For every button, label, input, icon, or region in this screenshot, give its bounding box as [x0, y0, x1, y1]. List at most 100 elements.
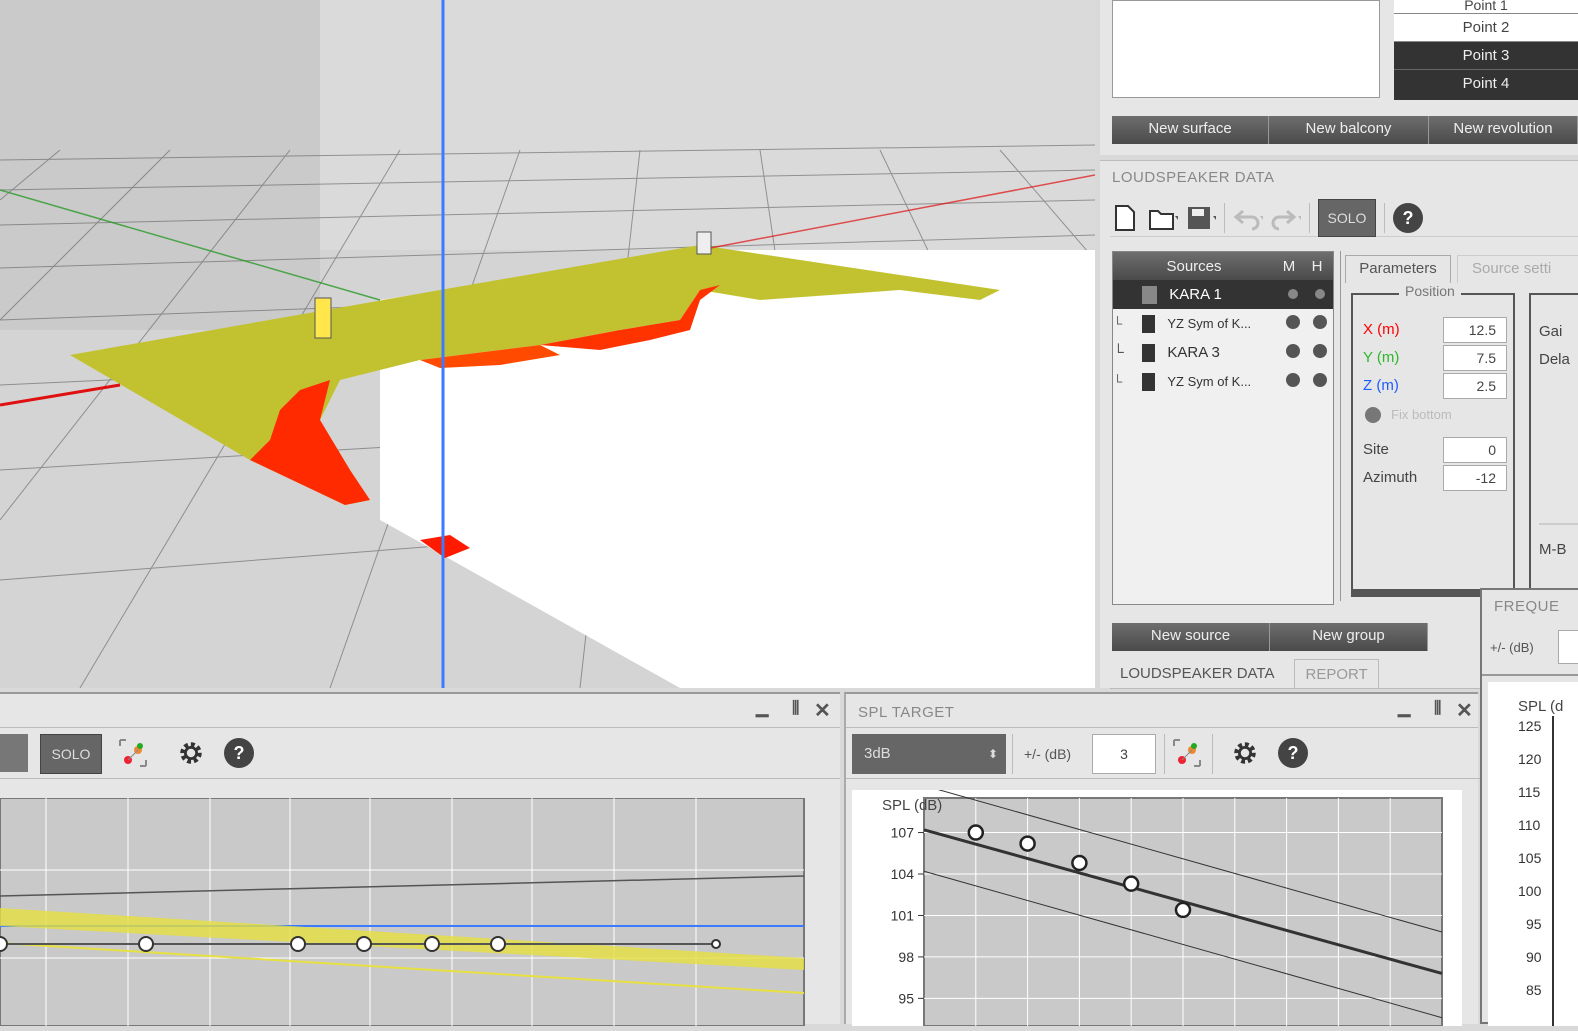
minimize-icon[interactable]: ▁ — [1398, 698, 1410, 718]
loudspeaker-kara-3 — [696, 231, 712, 255]
target-point — [1019, 835, 1036, 852]
minimize-icon[interactable]: ▁ — [756, 698, 768, 718]
mute-column-label: M — [1282, 257, 1296, 275]
position-group-label: Position — [1399, 283, 1461, 299]
pin-icon[interactable]: ⫼ — [792, 700, 799, 718]
source-row[interactable]: └ YZ Sym of K... — [1113, 309, 1333, 338]
point-item[interactable]: Point 1 — [1394, 0, 1578, 14]
tick-label: 120 — [1518, 751, 1542, 767]
close-icon[interactable]: ✕ — [814, 698, 831, 723]
new-group-button[interactable]: New group — [1270, 623, 1428, 651]
new-document-icon[interactable] — [1110, 203, 1140, 233]
loudspeaker-icon — [1141, 285, 1158, 304]
surface-preview — [1112, 0, 1380, 98]
tab-source-settings[interactable]: Source setti — [1457, 255, 1578, 283]
y-tick-label: 107 — [891, 825, 915, 841]
mute-toggle[interactable] — [1285, 315, 1300, 329]
hide-toggle[interactable] — [1312, 373, 1327, 387]
y-tick-label: 95 — [898, 990, 914, 1006]
pin-icon[interactable]: ⫼ — [1434, 700, 1441, 718]
parameters-panel: Parameters Source setti Position X (m) 1… — [1340, 251, 1578, 601]
tab-loudspeaker-data[interactable]: LOUDSPEAKER DATA — [1110, 659, 1284, 688]
hide-column-label: H — [1311, 257, 1323, 275]
tick-label: 95 — [1526, 916, 1542, 932]
save-icon[interactable] — [1186, 203, 1216, 233]
mute-toggle[interactable] — [1285, 373, 1300, 387]
y-axis-label: SPL (d — [1518, 698, 1564, 715]
tick-label: 90 — [1526, 949, 1542, 965]
source-name: YZ Sym of K... — [1167, 374, 1252, 389]
sources-header-label: Sources — [1166, 257, 1222, 275]
z-input[interactable]: 2.5 — [1443, 373, 1507, 399]
site-input[interactable]: 0 — [1443, 437, 1507, 463]
select-control[interactable] — [0, 734, 28, 772]
hide-toggle[interactable] — [1314, 289, 1325, 299]
hide-toggle[interactable] — [1312, 315, 1327, 329]
tolerance-input[interactable] — [1558, 630, 1578, 664]
tolerance-label: +/- (dB) — [1024, 746, 1072, 762]
new-surface-button[interactable]: New surface — [1112, 116, 1269, 144]
help-icon[interactable]: ? — [1393, 202, 1423, 233]
redo-icon[interactable] — [1271, 203, 1301, 233]
azimuth-input[interactable]: -12 — [1443, 465, 1507, 491]
help-icon[interactable]: ? — [224, 738, 254, 768]
site-label: Site — [1363, 441, 1389, 458]
source-row[interactable]: └ YZ Sym of K... — [1113, 367, 1333, 396]
new-balcony-button[interactable]: New balcony — [1269, 116, 1429, 144]
source-row[interactable]: └ KARA 3 — [1113, 338, 1333, 367]
tab-report[interactable]: REPORT — [1294, 659, 1379, 688]
settings-gear-icon[interactable] — [176, 738, 206, 768]
mute-toggle[interactable] — [1287, 289, 1298, 299]
tick-label: 110 — [1518, 817, 1541, 833]
z-label: Z (m) — [1363, 377, 1399, 394]
settings-gear-icon[interactable] — [1230, 738, 1260, 768]
delay-label: Dela — [1539, 351, 1570, 368]
viewport-scene — [0, 0, 1095, 688]
new-revolution-button[interactable]: New revolution — [1429, 116, 1578, 144]
target-point — [967, 824, 985, 841]
tolerance-label: +/- (dB) — [1490, 640, 1534, 655]
solo-button[interactable]: SOLO — [40, 734, 102, 774]
tick-label: 100 — [1518, 883, 1542, 899]
spl-select-value: 3dB — [864, 745, 891, 762]
point-item[interactable]: Point 2 — [1394, 14, 1578, 42]
source-name: YZ Sym of K... — [1167, 316, 1252, 331]
panel-title: SPL TARGET — [858, 704, 955, 721]
loudspeaker-icon — [1141, 343, 1156, 362]
target-point — [1071, 854, 1088, 872]
point-item-selected[interactable]: Point 4 — [1394, 70, 1578, 98]
spl-select[interactable]: 3dB ⬍ — [852, 734, 1006, 774]
point-item-selected[interactable]: Point 3 — [1394, 42, 1578, 70]
spl-target-chart: 107 104 101 98 95 SPL (dB) — [882, 785, 1443, 1027]
3d-viewport[interactable] — [0, 0, 1095, 688]
y-tick-label: 101 — [891, 907, 915, 923]
frequency-panel: FREQUE +/- (dB) SPL (d 125 120 115 110 1… — [1480, 588, 1578, 1026]
loudspeaker-icon — [1141, 314, 1156, 333]
tab-parameters[interactable]: Parameters — [1345, 255, 1451, 283]
left-bottom-panel: ▁ ⫼ ✕ SOLO ? — [0, 692, 840, 1026]
close-icon[interactable]: ✕ — [1456, 698, 1473, 723]
new-source-button[interactable]: New source — [1112, 623, 1270, 651]
x-label: X (m) — [1363, 321, 1400, 338]
help-icon[interactable]: ? — [1278, 738, 1308, 768]
source-buttons: New source New group — [1112, 623, 1428, 651]
y-input[interactable]: 7.5 — [1443, 345, 1507, 371]
undo-icon[interactable] — [1233, 203, 1263, 233]
mute-toggle[interactable] — [1285, 343, 1300, 358]
solo-button[interactable]: SOLO — [1318, 198, 1376, 237]
x-input[interactable]: 12.5 — [1443, 317, 1507, 343]
tick-label: 85 — [1526, 982, 1542, 998]
points-list[interactable]: Point 1 Point 2 Point 3 Point 4 — [1394, 0, 1578, 100]
hide-toggle[interactable] — [1312, 343, 1327, 358]
fix-bottom-toggle[interactable] — [1365, 407, 1381, 423]
chart-points-icon[interactable] — [1172, 738, 1202, 768]
source-row-selected[interactable]: KARA 1 — [1113, 280, 1333, 309]
position-group: Position X (m) 12.5 Y (m) 7.5 Z (m) 2.5 … — [1351, 283, 1515, 597]
open-folder-icon[interactable] — [1148, 203, 1178, 233]
surface-buttons: New surface New balcony New revolution — [1112, 116, 1578, 144]
tolerance-input[interactable]: 3 — [1092, 734, 1156, 774]
spl-chart-container: 107 104 101 98 95 SPL (dB) — [852, 785, 1462, 1027]
updown-chevron-icon: ⬍ — [987, 747, 998, 761]
target-point — [1174, 901, 1192, 919]
chart-points-icon[interactable] — [118, 738, 148, 768]
